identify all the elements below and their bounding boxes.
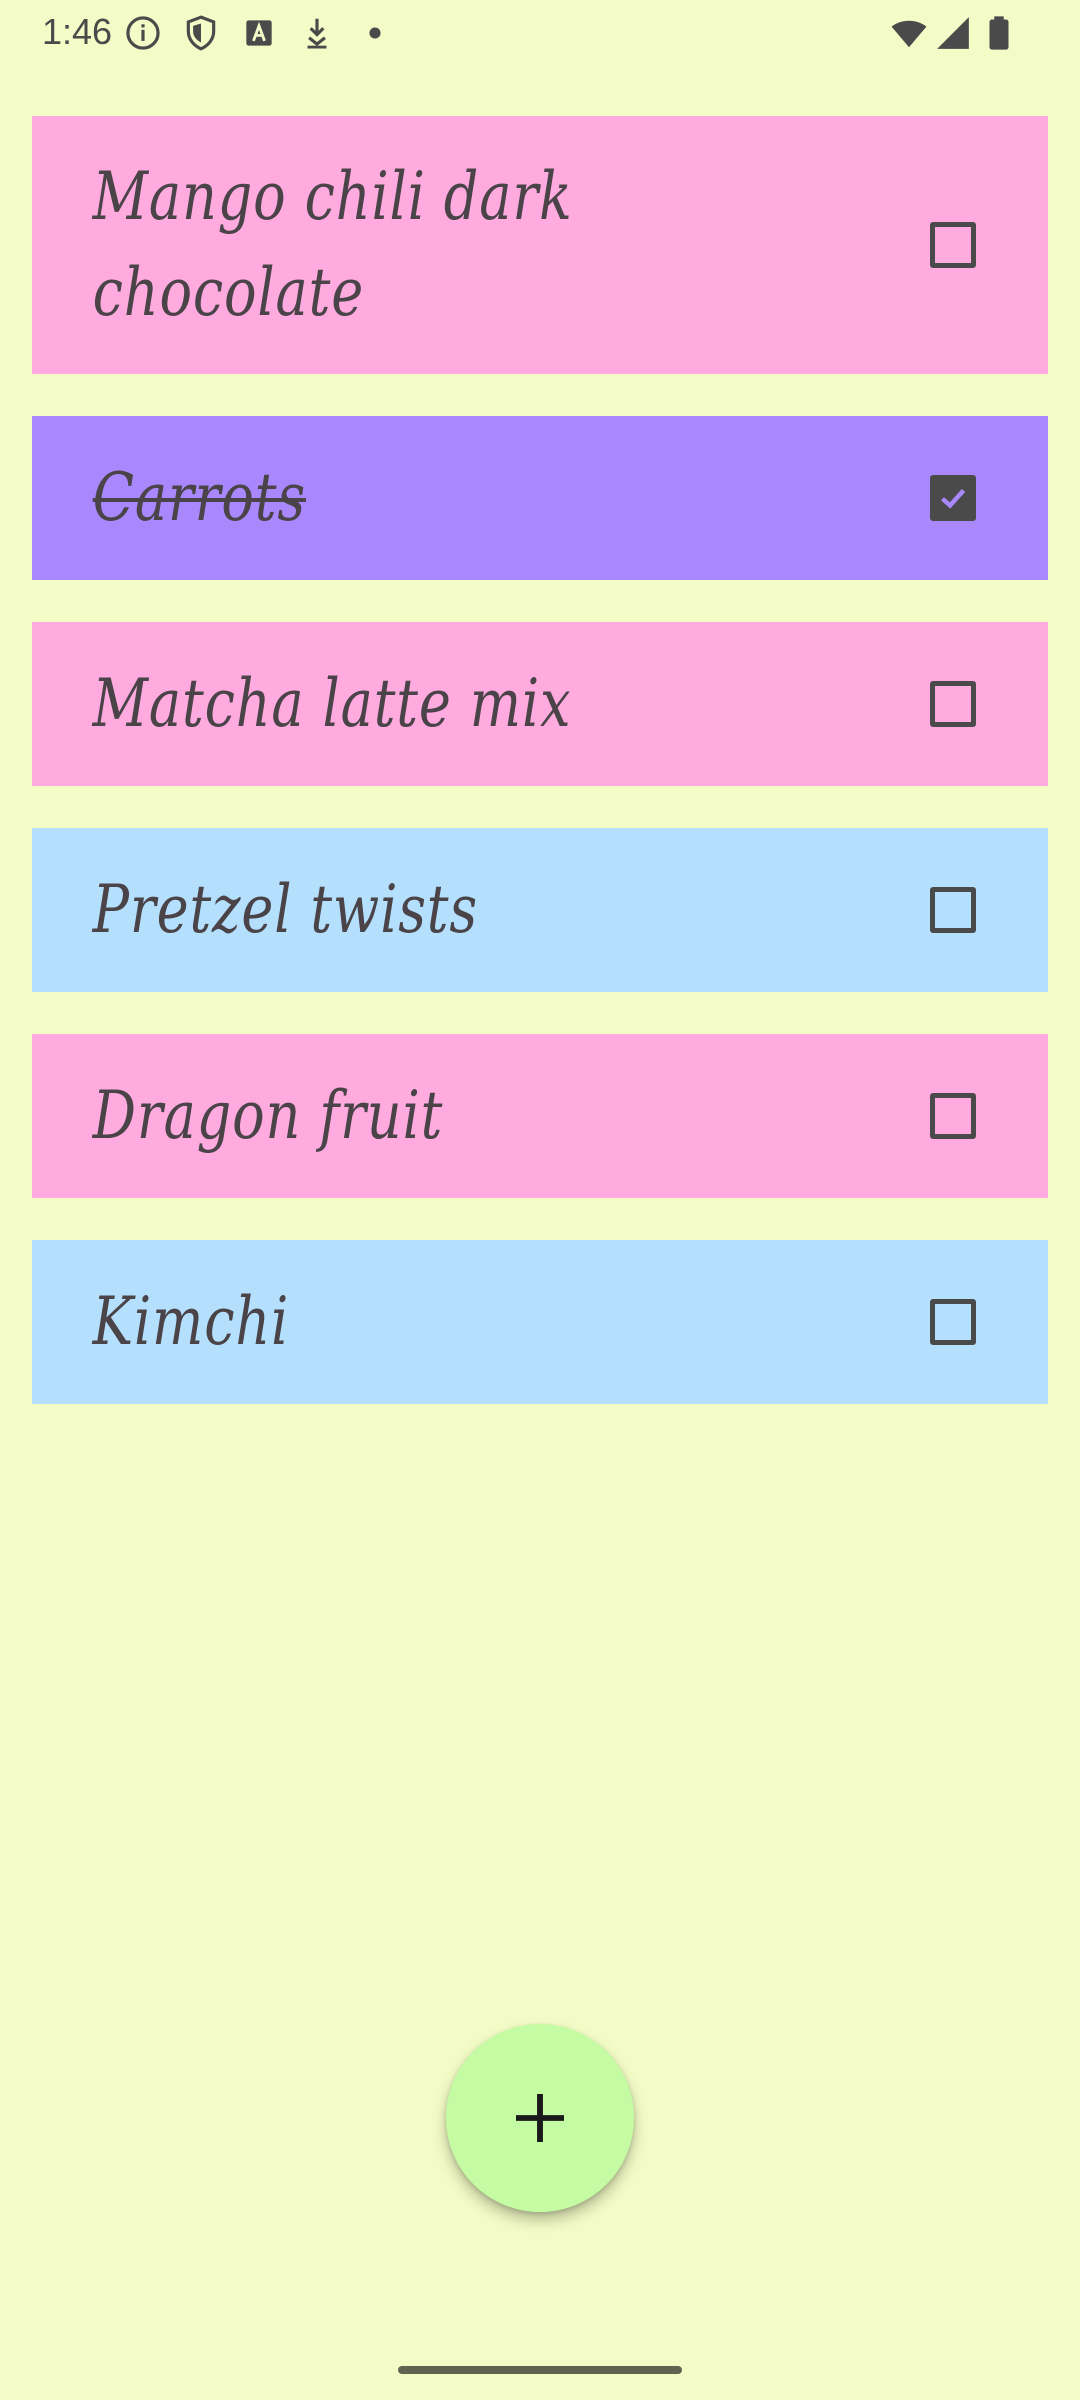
list-item[interactable]: Mango chili dark chocolate [32, 116, 1048, 374]
item-checkbox[interactable] [930, 222, 976, 268]
dot-icon [356, 14, 394, 52]
item-label: Carrots [92, 459, 306, 536]
item-checkbox[interactable] [930, 475, 976, 521]
item-checkbox[interactable] [930, 887, 976, 933]
check-icon [940, 488, 966, 509]
list-item[interactable]: Dragon fruit [32, 1034, 1048, 1198]
item-label: Dragon fruit [92, 1077, 444, 1154]
shield-icon [182, 14, 220, 52]
shopping-list: Mango chili dark chocolate Carrots Matcha … [32, 116, 1048, 1446]
download-icon [298, 14, 336, 52]
item-label: Mango chili dark chocolate [92, 158, 573, 331]
item-label: Kimchi [92, 1283, 290, 1360]
battery-icon [980, 14, 1018, 52]
plus-icon [516, 2094, 564, 2142]
list-item[interactable]: Carrots [32, 416, 1048, 580]
status-time: 1:46 [42, 11, 113, 52]
signal-icon [934, 14, 972, 52]
item-checkbox[interactable] [930, 681, 976, 727]
add-item-button[interactable] [446, 2024, 634, 2212]
list-item[interactable]: Pretzel twists [32, 828, 1048, 992]
item-checkbox[interactable] [930, 1299, 976, 1345]
status-bar: 1:46 [0, 0, 1080, 64]
font-icon [240, 14, 278, 52]
info-icon [124, 14, 162, 52]
home-indicator[interactable] [398, 2366, 682, 2374]
item-label: Matcha latte mix [92, 665, 572, 742]
wifi-icon [888, 14, 930, 52]
list-item[interactable]: Matcha latte mix [32, 622, 1048, 786]
item-label: Pretzel twists [92, 871, 478, 948]
item-checkbox[interactable] [930, 1093, 976, 1139]
list-item[interactable]: Kimchi [32, 1240, 1048, 1404]
